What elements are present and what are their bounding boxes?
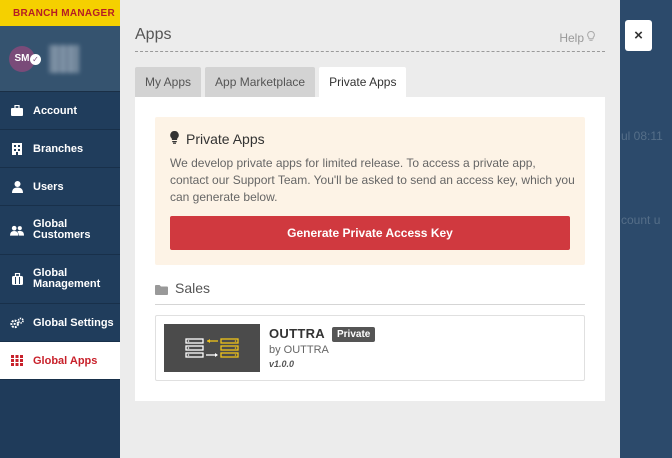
help-link[interactable]: Help — [559, 30, 595, 45]
user-name-redacted — [49, 44, 79, 73]
gears-icon — [10, 317, 24, 329]
private-apps-notice: Private Apps We develop private apps for… — [155, 117, 585, 265]
sidebar-item-label: Branches — [33, 142, 84, 155]
background-text: ul 08:11 — [621, 129, 663, 143]
app-card[interactable]: OUTTRA Private by OUTTRA v1.0.0 — [155, 315, 585, 381]
modal-header: Apps Help — [135, 24, 605, 52]
modal-title: Apps — [135, 26, 172, 43]
notice-title: Private Apps — [170, 130, 265, 147]
app-publisher: by OUTTRA — [269, 344, 329, 356]
tab-my-apps[interactable]: My Apps — [135, 67, 202, 97]
notice-body: We develop private apps for limited rele… — [170, 156, 575, 204]
app-version: v1.0.0 — [269, 359, 295, 369]
app-name: OUTTRA — [269, 326, 325, 341]
role-badge: BRANCH MANAGER — [0, 0, 120, 26]
sidebar-item-label: Account — [33, 104, 77, 117]
help-label: Help — [559, 31, 584, 45]
avatar[interactable]: SM ✓ — [9, 45, 41, 72]
sidebar-item-users[interactable]: Users — [0, 168, 120, 206]
tab-bar: My Apps App Marketplace Private Apps — [135, 67, 407, 97]
sidebar-item-global-apps[interactable]: Global Apps — [0, 342, 120, 380]
building-icon — [10, 142, 24, 155]
tab-panel: Private Apps We develop private apps for… — [135, 97, 605, 401]
grid-icon — [10, 355, 24, 366]
user-icon — [10, 180, 24, 193]
users-icon — [10, 225, 24, 236]
sidebar-item-label: Users — [33, 180, 64, 193]
close-button[interactable]: × — [625, 20, 652, 51]
folder-icon — [155, 282, 168, 300]
app-logo — [164, 324, 260, 372]
tab-private-apps[interactable]: Private Apps — [319, 67, 407, 97]
private-badge: Private — [332, 327, 376, 342]
avatar-initials: SM — [14, 53, 30, 64]
sidebar-item-global-customers[interactable]: Global Customers — [0, 206, 120, 255]
notice-title-text: Private Apps — [186, 131, 265, 147]
lightbulb-icon — [170, 130, 179, 147]
generate-private-access-key-button[interactable]: Generate Private Access Key — [170, 216, 570, 250]
suitcase-icon — [10, 273, 24, 285]
tab-app-marketplace[interactable]: App Marketplace — [205, 67, 316, 97]
sidebar-item-global-settings[interactable]: Global Settings — [0, 304, 120, 342]
sidebar-item-label: Global Apps — [33, 354, 98, 367]
sidebar-item-account[interactable]: Account — [0, 92, 120, 130]
sidebar: BRANCH MANAGER SM ✓ Account Branches Use… — [0, 0, 120, 458]
briefcase-icon — [10, 105, 24, 116]
section-label: Sales — [175, 280, 211, 296]
sidebar-item-label: Global Management — [33, 267, 101, 290]
sidebar-item-label: Global Settings — [33, 316, 114, 329]
sidebar-item-global-management[interactable]: Global Management — [0, 255, 120, 304]
sidebar-item-label: Global Customers — [33, 218, 91, 241]
section-header: Sales — [155, 280, 585, 305]
sidebar-item-branches[interactable]: Branches — [0, 130, 120, 168]
apps-modal: Apps Help My Apps App Marketplace Privat… — [120, 0, 620, 458]
background-text: count u — [621, 213, 661, 227]
user-profile[interactable]: SM ✓ — [0, 26, 120, 92]
lightbulb-icon — [587, 30, 595, 45]
check-icon: ✓ — [30, 53, 41, 65]
